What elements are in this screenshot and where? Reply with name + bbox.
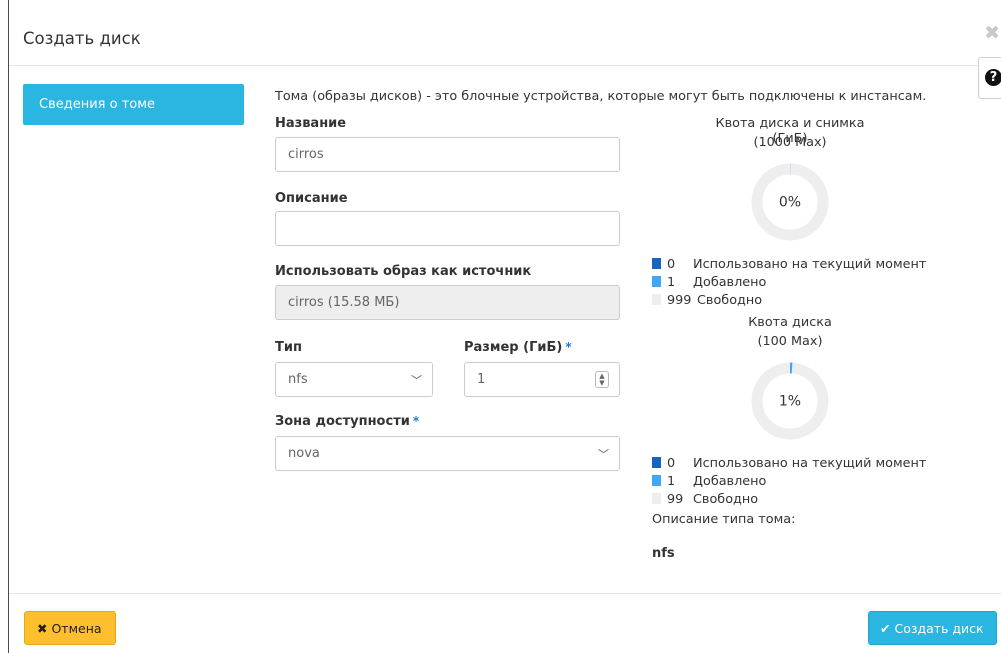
name-label: Название xyxy=(275,116,347,131)
legend-value: 1 xyxy=(667,275,676,290)
availability-zone-label-text: Зона доступности xyxy=(275,414,410,429)
cancel-button[interactable]: ✖ Отмена xyxy=(24,611,116,645)
close-icon[interactable]: ✖ xyxy=(984,22,1000,44)
legend-swatch xyxy=(652,457,661,468)
modal-header: Создать диск ✖ xyxy=(9,0,1001,66)
tab-volume-info[interactable]: Сведения о томе xyxy=(23,84,244,125)
times-icon: ✖ xyxy=(37,621,48,636)
legend-label: Свободно xyxy=(697,293,763,308)
description-label: Описание xyxy=(275,191,348,206)
source-label: Использовать образ как источник xyxy=(275,264,532,279)
legend-label: Добавлено xyxy=(693,275,767,290)
legend-label: Использовано на текущий момент xyxy=(693,456,927,471)
legend-label: Использовано на текущий момент xyxy=(693,257,927,272)
quota-disk-donut: 1% xyxy=(751,362,829,440)
legend-row: 0 Использовано на текущий момент xyxy=(652,456,926,471)
legend-row: 0 Использовано на текущий момент xyxy=(652,257,926,272)
legend-row: 999 Свободно xyxy=(652,293,762,308)
quota-total-percent: 0% xyxy=(779,195,801,211)
availability-zone-label: Зона доступности * xyxy=(275,414,419,429)
size-input[interactable]: 1 ▲ ▼ xyxy=(464,362,620,397)
legend-row: 1 Добавлено xyxy=(652,474,766,489)
cancel-button-label: Отмена xyxy=(51,621,102,636)
chevron-down-icon: ﹀ xyxy=(598,448,609,461)
quota-disk-percent: 1% xyxy=(779,394,801,410)
quota-disk-max: (100 Max) xyxy=(757,334,823,349)
quota-disk-title: Квота диска xyxy=(748,315,832,330)
type-label: Тип xyxy=(275,340,302,355)
modal-title: Создать диск xyxy=(23,29,141,48)
legend-label: Добавлено xyxy=(693,474,767,489)
create-button-label: Создать диск xyxy=(894,621,984,636)
chevron-down-icon: ﹀ xyxy=(411,374,422,387)
type-select-value: nfs xyxy=(288,372,308,387)
legend-label: Свободно xyxy=(693,492,759,507)
quota-total-donut: 0% xyxy=(751,163,829,241)
legend-value: 99 xyxy=(667,492,684,507)
type-description-label: Описание типа тома: xyxy=(652,512,796,527)
check-icon: ✔ xyxy=(880,621,891,636)
legend-swatch xyxy=(652,258,661,269)
legend-value: 0 xyxy=(667,456,676,471)
name-input[interactable]: cirros xyxy=(275,137,620,172)
availability-zone-value: nova xyxy=(288,446,320,461)
legend-swatch xyxy=(652,276,661,287)
intro-text: Тома (образы дисков) - это блочные устро… xyxy=(275,89,927,104)
source-input: cirros (15.58 МБ) xyxy=(275,285,620,320)
legend-value: 0 xyxy=(667,257,676,272)
create-volume-button[interactable]: ✔ Создать диск xyxy=(868,611,997,645)
question-circle-icon: ? xyxy=(985,69,1001,86)
legend-row: 99 Свободно xyxy=(652,492,758,507)
legend-value: 999 xyxy=(667,293,692,308)
legend-row: 1 Добавлено xyxy=(652,275,766,290)
legend-swatch xyxy=(652,493,661,504)
size-label-text: Размер (ГиБ) xyxy=(464,340,563,355)
size-input-value: 1 xyxy=(477,372,486,387)
name-input-value: cirros xyxy=(288,147,324,162)
source-input-value: cirros (15.58 МБ) xyxy=(288,295,400,310)
type-select[interactable]: nfs ﹀ xyxy=(275,362,433,397)
description-input[interactable] xyxy=(275,211,620,246)
help-button[interactable]: ? xyxy=(978,57,1001,99)
number-stepper-icon[interactable]: ▲ ▼ xyxy=(595,371,609,388)
create-volume-modal: Создать диск ✖ ? Сведения о томе Тома (о… xyxy=(8,0,1001,653)
availability-zone-select[interactable]: nova ﹀ xyxy=(275,436,620,471)
quota-total-max: (1000 Max) xyxy=(753,135,827,150)
type-description-value: nfs xyxy=(652,546,675,561)
required-asterisk: * xyxy=(412,414,420,428)
legend-value: 1 xyxy=(667,474,676,489)
size-label: Размер (ГиБ) * xyxy=(464,340,572,355)
modal-footer: ✖ Отмена ✔ Создать диск xyxy=(9,593,1001,653)
legend-swatch xyxy=(652,475,661,486)
legend-swatch xyxy=(652,294,661,305)
required-asterisk: * xyxy=(565,340,572,354)
